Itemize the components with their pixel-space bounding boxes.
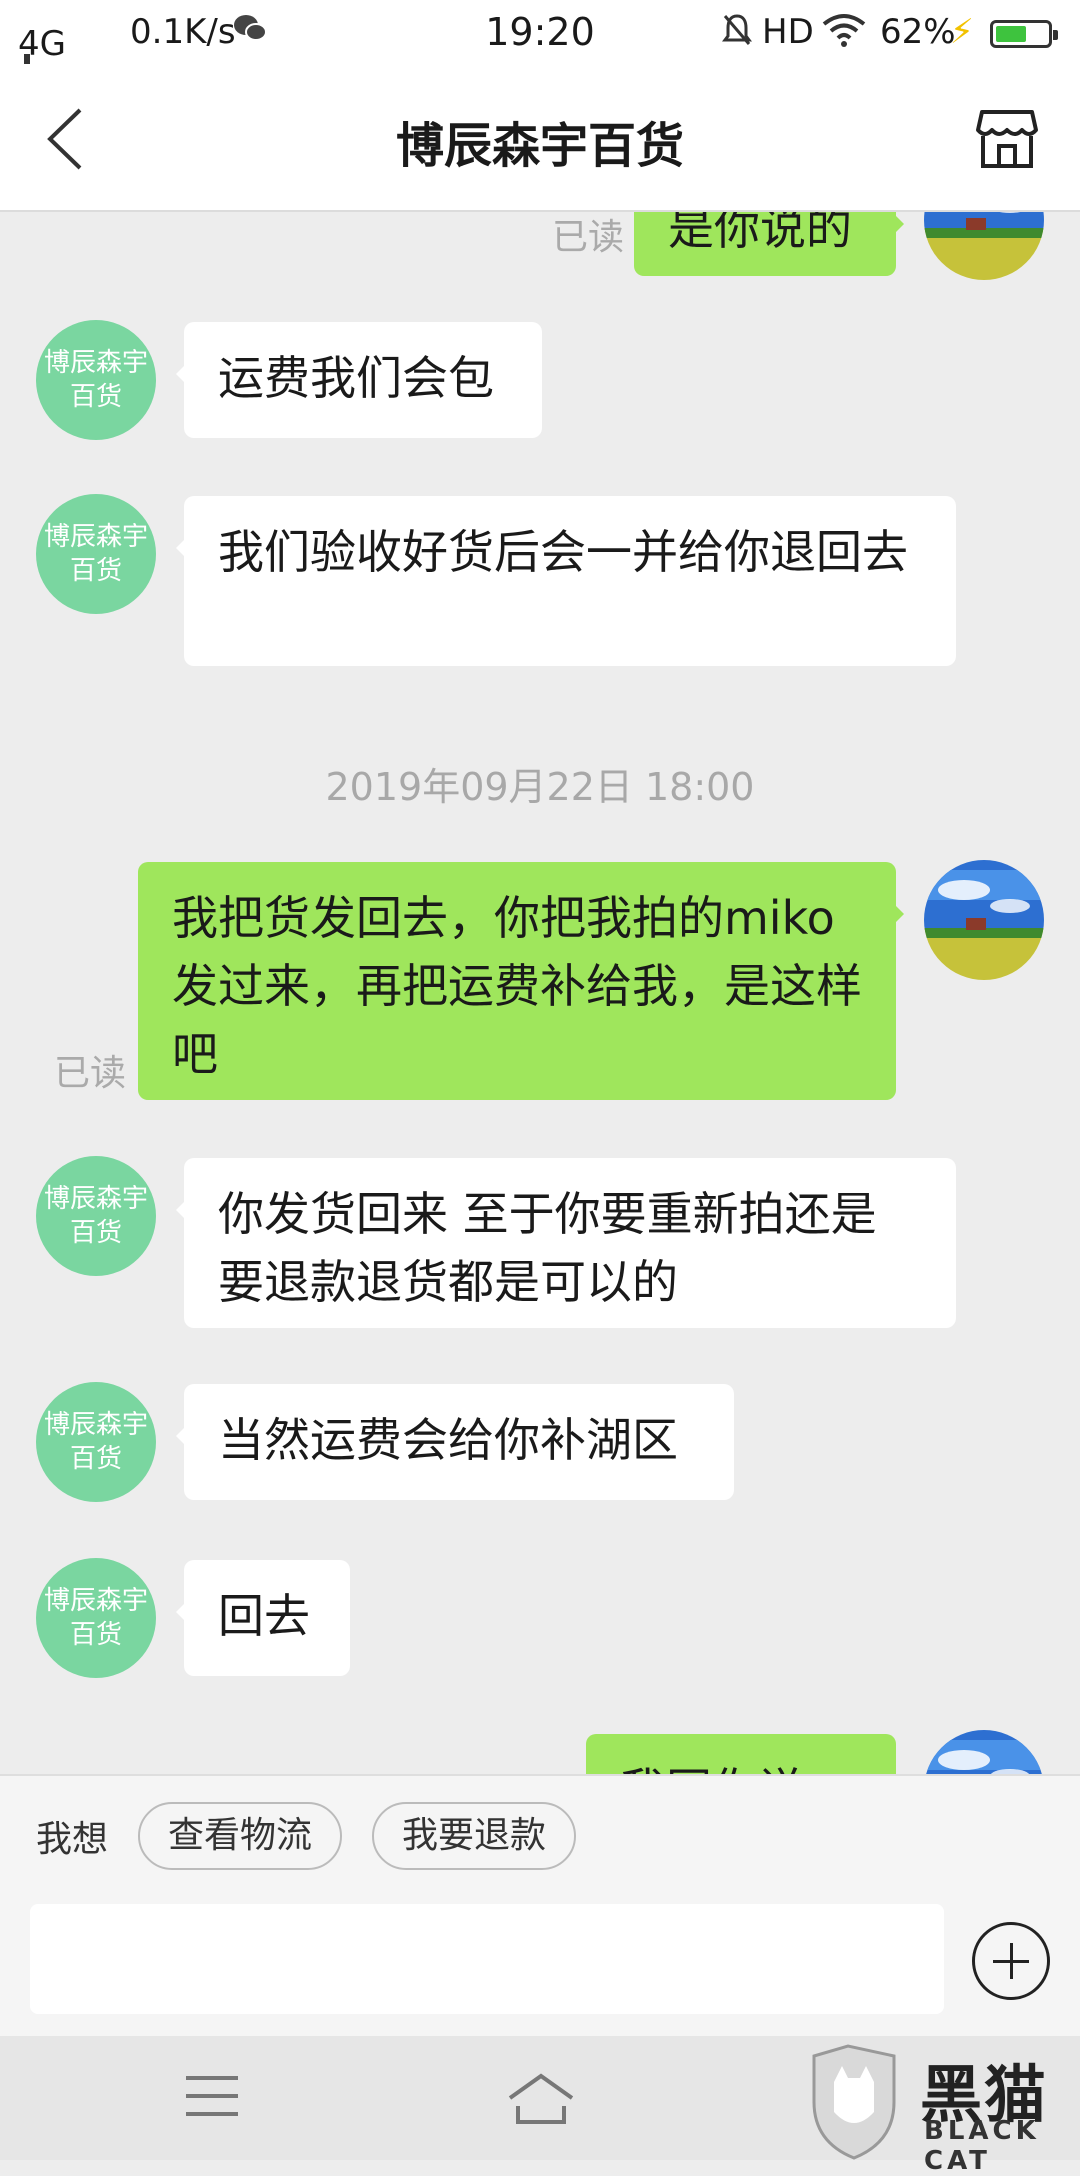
message-bubble-incoming[interactable]: 当然运费会给你补湖区 (176, 1384, 734, 1500)
status-bar: 4G 0.1K/s 19:20 HD 62% ⚡ (0, 0, 1080, 184)
battery-icon (990, 20, 1058, 48)
system-navigation-bar (0, 2036, 1080, 2160)
message-bubble-incoming[interactable]: 回去 (176, 1560, 350, 1676)
wifi-icon (820, 12, 868, 57)
title-bar: 博辰森宇百货 (0, 72, 1080, 212)
user-avatar[interactable] (924, 1730, 1044, 1774)
message-bubble-incoming[interactable]: 我们验收好货后会一并给你退回去 (176, 496, 956, 666)
landscape-avatar-image (924, 212, 1044, 280)
landscape-avatar-image (924, 1730, 1044, 1774)
shop-avatar[interactable]: 博辰森宇百货 (36, 1558, 156, 1678)
message-input[interactable] (30, 1904, 944, 2014)
shop-avatar[interactable]: 博辰森宇百货 (36, 1382, 156, 1502)
hd-indicator: HD (762, 12, 814, 52)
message-bubble-incoming[interactable]: 运费我们会包 (176, 322, 542, 438)
message-bubble-outgoing[interactable]: 我把货发回去，你把我拍的miko发过来，再把运费补给我，是这样吧 (138, 862, 904, 1100)
user-avatar[interactable] (924, 860, 1044, 980)
shop-avatar[interactable]: 博辰森宇百货 (36, 1156, 156, 1276)
landscape-avatar-image (924, 860, 1044, 980)
read-status: 已读 (54, 1053, 127, 1094)
quick-actions-label: 我想 (36, 1819, 109, 1860)
shop-avatar[interactable]: 博辰森宇百货 (36, 320, 156, 440)
mute-bell-icon (722, 12, 752, 57)
request-refund-button[interactable]: 我要退款 (372, 1802, 577, 1870)
read-status: 已读 (552, 217, 625, 258)
shop-avatar[interactable]: 博辰森宇百货 (36, 494, 156, 614)
home-icon[interactable] (506, 2072, 576, 2128)
track-logistics-button[interactable]: 查看物流 (138, 1802, 343, 1870)
battery-percent: 62% (880, 12, 956, 52)
message-timestamp: 2019年09月22日 18:00 (325, 765, 755, 809)
page-title: 博辰森宇百货 (395, 118, 684, 174)
message-bubble-outgoing[interactable]: 是你说的 (634, 212, 904, 276)
menu-icon[interactable] (186, 2076, 238, 2120)
add-attachment-button[interactable] (972, 1922, 1050, 2000)
storefront-icon (976, 110, 1038, 168)
message-bubble-incoming[interactable]: 你发货回来 至于你要重新拍还是要退款退货都是可以的 (176, 1158, 956, 1328)
shop-button[interactable] (974, 106, 1040, 172)
chat-messages[interactable]: 已读 是你说的 博辰森宇百货 运费我们会包 博辰森宇百货 我们验收好货后会一并给… (0, 212, 1080, 1774)
message-bubble-outgoing[interactable]: 我同你说 (586, 1734, 896, 1774)
quick-actions-bar: 我想 查看物流 我要退款 (0, 1774, 1080, 1888)
watermark-subtext: BLACK CAT (924, 2116, 1040, 2176)
user-avatar[interactable] (924, 212, 1044, 280)
input-row (0, 1886, 1080, 2036)
charging-icon: ⚡ (950, 12, 974, 52)
